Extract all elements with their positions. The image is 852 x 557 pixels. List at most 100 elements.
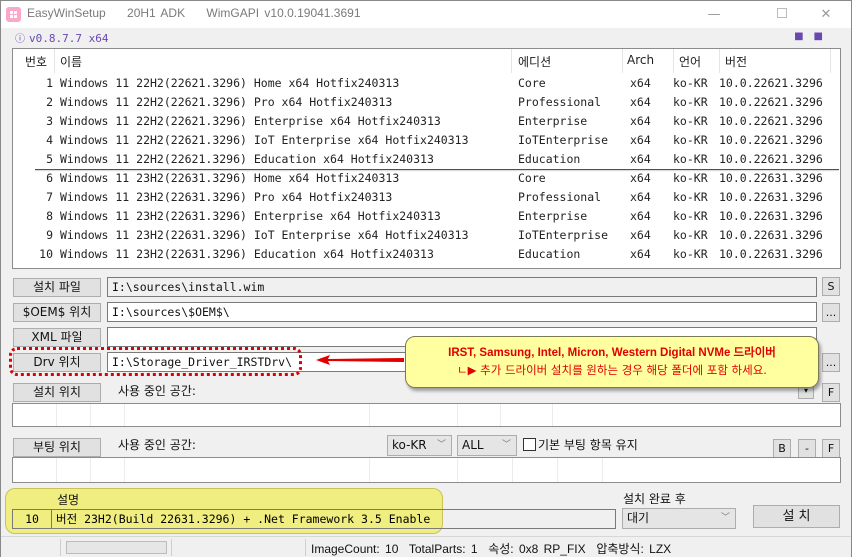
cell-edition: IoTEnterprise — [518, 133, 609, 147]
cell-arch: x64 — [630, 76, 651, 90]
header-edition[interactable]: 에디션 — [518, 53, 551, 70]
boot-f-button[interactable]: F — [822, 439, 840, 458]
cell-name: Windows 11 22H2(22621.3296) Pro x64 Hotf… — [60, 95, 393, 109]
header-divider[interactable] — [511, 49, 512, 73]
callout-line-1: IRST, Samsung, Intel, Micron, Western Di… — [448, 347, 776, 359]
install-button[interactable]: 설 치 — [753, 505, 840, 528]
table-row[interactable]: 5 Windows 11 22H2(22621.3296) Education x… — [13, 150, 840, 169]
boot-minus-button[interactable]: - — [798, 439, 816, 458]
install-space-label: 사용 중인 공간: — [118, 384, 196, 398]
cell-version: 10.0.22631.3296 — [719, 171, 823, 185]
minimize-button[interactable]: — — [691, 1, 737, 28]
cell-arch: x64 — [630, 190, 651, 204]
boot-partition-grid[interactable] — [12, 457, 841, 483]
header-version[interactable]: 버전 — [725, 53, 747, 70]
cell-no: 6 — [46, 171, 53, 185]
close-button[interactable]: ✕ — [803, 1, 849, 28]
grid-line — [552, 404, 553, 426]
title-bar: EasyWinSetup 20H1 ADK WimGAPI v10.0.1904… — [1, 1, 851, 28]
image-list[interactable]: 번호 이름 에디션 Arch 언어 버전 1 Windows 11 22H2(22… — [12, 48, 841, 269]
header-no[interactable]: 번호 — [25, 53, 47, 70]
boot-location-button[interactable]: 부팅 위치 — [13, 438, 101, 457]
status-divider — [171, 539, 172, 556]
header-lang[interactable]: 언어 — [679, 53, 701, 70]
cell-edition: Enterprise — [518, 209, 588, 223]
cell-edition: Education — [518, 247, 581, 261]
cell-no: 10 — [39, 247, 53, 261]
chevron-down-icon: ﹀ — [501, 440, 511, 450]
cell-name: Windows 11 22H2(22621.3296) IoT Enterpri… — [60, 133, 469, 147]
cell-version: 10.0.22621.3296 — [719, 76, 823, 90]
list-header: 번호 이름 에디션 Arch 언어 버전 — [13, 49, 840, 73]
s-button[interactable]: S — [822, 277, 840, 296]
header-name[interactable]: 이름 — [60, 53, 82, 70]
grid-line — [457, 458, 458, 482]
cell-lang: ko-KR — [673, 152, 708, 166]
cell-arch: x64 — [630, 133, 651, 147]
install-file-field[interactable]: I:\sources\install.wim — [107, 277, 817, 297]
maximize-button[interactable] — [759, 1, 805, 28]
header-divider[interactable] — [830, 49, 831, 73]
after-install-select[interactable]: 대기 ﹀ — [622, 508, 736, 529]
table-row[interactable]: 1 Windows 11 22H2(22621.3296) Home x64 Ho… — [13, 74, 840, 93]
cell-version: 10.0.22631.3296 — [719, 247, 823, 261]
header-divider[interactable] — [719, 49, 720, 73]
oem-location-button[interactable]: $OEM$ 위치 — [13, 303, 101, 322]
cell-name: Windows 11 23H2(22631.3296) Home x64 Hot… — [60, 171, 400, 185]
table-row[interactable]: 7 Windows 11 23H2(22631.3296) Pro x64 Hot… — [13, 188, 840, 207]
boot-lang-value: ko-KR — [392, 438, 427, 452]
header-divider[interactable] — [673, 49, 674, 73]
boot-space-label: 사용 중인 공간: — [118, 438, 196, 452]
header-divider[interactable] — [622, 49, 623, 73]
table-row[interactable]: 10 Windows 11 23H2(22631.3296) Education … — [13, 245, 840, 264]
boot-b-button[interactable]: B — [773, 439, 791, 458]
keep-default-boot-label[interactable]: 기본 부팅 항목 유지 — [538, 436, 638, 453]
xml-file-button[interactable]: XML 파일 — [13, 328, 101, 347]
cell-version: 10.0.22631.3296 — [719, 228, 823, 242]
table-row[interactable]: 6 Windows 11 23H2(22631.3296) Home x64 Ho… — [13, 169, 840, 188]
cell-arch: x64 — [630, 114, 651, 128]
oem-browse-button[interactable]: ... — [822, 303, 840, 322]
after-install-value: 대기 — [627, 511, 650, 525]
annotation-arrow-icon — [316, 355, 404, 365]
cell-no: 1 — [46, 76, 53, 90]
table-row[interactable]: 4 Windows 11 22H2(22621.3296) IoT Enterpr… — [13, 131, 840, 150]
install-file-button[interactable]: 설치 파일 — [13, 278, 101, 297]
grid-line — [557, 458, 558, 482]
grid-line — [90, 458, 91, 482]
cell-version: 10.0.22621.3296 — [719, 95, 823, 109]
cell-name: Windows 11 23H2(22631.3296) Pro x64 Hotf… — [60, 190, 393, 204]
drv-browse-button[interactable]: ... — [822, 353, 840, 372]
install-partition-grid[interactable] — [12, 403, 841, 427]
install-location-button[interactable]: 설치 위치 — [13, 383, 101, 402]
header-divider[interactable] — [54, 49, 55, 73]
description-field[interactable]: 10 버전 23H2(Build 22631.3296) + .Net Fram… — [12, 509, 616, 529]
table-row[interactable]: 3 Windows 11 22H2(22621.3296) Enterprise … — [13, 112, 840, 131]
keep-default-boot-checkbox[interactable] — [523, 438, 536, 451]
cell-edition: IoTEnterprise — [518, 228, 609, 242]
install-f-button[interactable]: F — [822, 383, 840, 402]
maximize-icon — [777, 8, 787, 18]
cell-no: 5 — [46, 152, 53, 166]
header-arch[interactable]: Arch — [627, 53, 654, 67]
table-row[interactable]: 9 Windows 11 23H2(22631.3296) IoT Enterpr… — [13, 226, 840, 245]
boot-filter-select[interactable]: ALL ﹀ — [457, 435, 517, 456]
oem-location-field[interactable]: I:\sources\$OEM$\ — [107, 302, 817, 322]
cell-arch: x64 — [630, 228, 651, 242]
grid-line — [369, 458, 370, 482]
cell-version: 10.0.22631.3296 — [719, 209, 823, 223]
cell-edition: Core — [518, 171, 546, 185]
grid-line — [56, 458, 57, 482]
table-row[interactable]: 8 Windows 11 23H2(22631.3296) Enterprise … — [13, 207, 840, 226]
menu-dots[interactable]: ■■ — [794, 31, 833, 42]
cell-name: Windows 11 23H2(22631.3296) Enterprise x… — [60, 209, 441, 223]
cell-version: 10.0.22621.3296 — [719, 114, 823, 128]
table-row[interactable]: 2 Windows 11 22H2(22621.3296) Pro x64 Hot… — [13, 93, 840, 112]
cell-edition: Professional — [518, 190, 602, 204]
status-text: ImageCount: 10 TotalParts: 1 속성: 0x8 RP_… — [311, 542, 672, 556]
status-bar: ImageCount: 10 TotalParts: 1 속성: 0x8 RP_… — [1, 536, 851, 557]
version-text: v0.8.7.7 x64 — [29, 32, 109, 45]
cell-no: 3 — [46, 114, 53, 128]
boot-lang-select[interactable]: ko-KR ﹀ — [387, 435, 452, 456]
cell-lang: ko-KR — [673, 190, 708, 204]
